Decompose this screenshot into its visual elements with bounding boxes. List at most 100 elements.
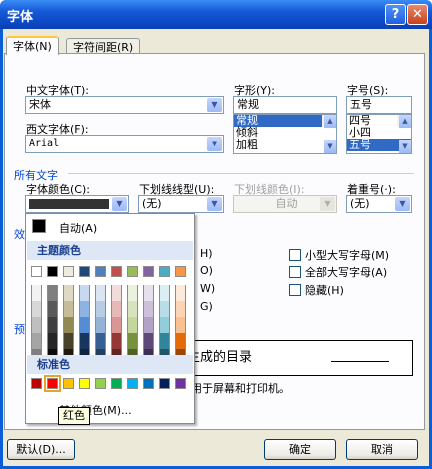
- chinese-font-select[interactable]: 宋体 ▼: [25, 96, 224, 114]
- theme-color-swatch[interactable]: [159, 266, 170, 277]
- standard-color-swatch[interactable]: [63, 378, 74, 389]
- theme-shade-swatch[interactable]: [79, 301, 90, 317]
- standard-colors-header: 标准色: [27, 355, 193, 374]
- chevron-down-icon: ▼: [320, 197, 335, 211]
- emphasis-select[interactable]: (无) ▼: [346, 195, 412, 213]
- theme-shade-swatch[interactable]: [127, 285, 138, 301]
- theme-color-swatch[interactable]: [79, 266, 90, 277]
- auto-color-option[interactable]: 自动(A): [59, 220, 97, 236]
- theme-shade-swatch[interactable]: [175, 317, 186, 333]
- standard-color-swatch[interactable]: [79, 378, 90, 389]
- theme-shade-swatch[interactable]: [159, 285, 170, 301]
- theme-shade-swatch[interactable]: [111, 285, 122, 301]
- standard-color-swatch[interactable]: [175, 378, 186, 389]
- theme-shade-swatch[interactable]: [175, 285, 186, 301]
- standard-color-swatch[interactable]: [127, 378, 138, 389]
- standard-color-swatch[interactable]: [44, 375, 61, 392]
- theme-color-swatch[interactable]: [63, 266, 74, 277]
- list-item[interactable]: 加粗: [234, 139, 336, 151]
- font-style-input[interactable]: 常规: [233, 96, 337, 114]
- theme-color-swatch[interactable]: [175, 266, 186, 277]
- theme-shade-swatch[interactable]: [111, 333, 122, 349]
- preview-underline: [331, 361, 389, 362]
- theme-color-swatch[interactable]: [31, 266, 42, 277]
- theme-shade-swatch[interactable]: [127, 301, 138, 317]
- theme-shade-swatch[interactable]: [79, 317, 90, 333]
- chevron-down-icon[interactable]: ▼: [112, 197, 127, 211]
- font-size-list[interactable]: 四号 小四 五号 ▲ ▼: [346, 114, 412, 154]
- theme-shade-swatch[interactable]: [159, 317, 170, 333]
- theme-shade-swatch[interactable]: [79, 285, 90, 301]
- ok-button[interactable]: 确定: [264, 439, 336, 460]
- theme-shade-swatch[interactable]: [31, 285, 42, 301]
- theme-shade-swatch[interactable]: [175, 333, 186, 349]
- theme-shade-swatch[interactable]: [31, 301, 42, 317]
- theme-shade-swatch[interactable]: [143, 333, 154, 349]
- theme-shade-swatch[interactable]: [47, 317, 58, 333]
- theme-shade-swatch[interactable]: [63, 317, 74, 333]
- theme-shade-swatch[interactable]: [111, 301, 122, 317]
- theme-shade-swatch[interactable]: [143, 317, 154, 333]
- theme-shade-swatch[interactable]: [127, 333, 138, 349]
- checkbox-box[interactable]: [289, 266, 301, 278]
- chevron-down-icon[interactable]: ▼: [207, 98, 222, 112]
- checkbox-box[interactable]: [289, 284, 301, 296]
- theme-shade-swatch[interactable]: [95, 285, 106, 301]
- scroll-up-icon[interactable]: ▲: [324, 115, 336, 128]
- theme-shade-swatch[interactable]: [159, 333, 170, 349]
- theme-shade-swatch[interactable]: [175, 301, 186, 317]
- standard-color-swatch[interactable]: [95, 378, 106, 389]
- all-caps-checkbox[interactable]: 全部大写字母(A): [289, 264, 387, 280]
- chevron-down-icon[interactable]: ▼: [207, 197, 222, 211]
- font-color-select[interactable]: ▼: [25, 195, 129, 213]
- scroll-up-icon[interactable]: ▲: [399, 115, 411, 128]
- color-picker-popup: 自动(A) 主题颜色 标准色 其他颜色(M)...: [25, 213, 195, 424]
- theme-shade-swatch[interactable]: [47, 301, 58, 317]
- theme-shade-swatch[interactable]: [95, 317, 106, 333]
- close-button[interactable]: ✕: [407, 4, 428, 25]
- standard-color-swatch[interactable]: [111, 378, 122, 389]
- theme-color-swatch[interactable]: [47, 266, 58, 277]
- small-caps-checkbox[interactable]: 小型大写字母(M): [289, 247, 389, 263]
- font-size-input[interactable]: 五号: [346, 96, 412, 114]
- theme-shade-swatch[interactable]: [159, 301, 170, 317]
- theme-shade-swatch[interactable]: [95, 333, 106, 349]
- scroll-down-icon[interactable]: ▼: [399, 140, 411, 153]
- theme-shade-swatch[interactable]: [79, 333, 90, 349]
- theme-color-swatch[interactable]: [95, 266, 106, 277]
- theme-shade-swatch[interactable]: [143, 285, 154, 301]
- chevron-down-icon[interactable]: ▼: [207, 137, 222, 151]
- auto-color-swatch[interactable]: [32, 219, 46, 233]
- hidden-checkbox[interactable]: 隐藏(H): [289, 282, 344, 298]
- theme-shade-swatch[interactable]: [31, 317, 42, 333]
- theme-shade-swatch[interactable]: [31, 333, 42, 349]
- checkbox-box[interactable]: [289, 249, 301, 261]
- western-font-select[interactable]: Arial ▼: [25, 135, 224, 153]
- theme-shade-swatch[interactable]: [47, 285, 58, 301]
- tab-font[interactable]: 字体(N): [6, 36, 59, 55]
- standard-color-swatch[interactable]: [31, 378, 42, 389]
- underline-select[interactable]: (无) ▼: [138, 195, 224, 213]
- theme-color-swatch[interactable]: [143, 266, 154, 277]
- theme-shade-swatch[interactable]: [143, 301, 154, 317]
- effect-label: O): [200, 264, 213, 277]
- theme-shade-swatch[interactable]: [47, 333, 58, 349]
- help-button[interactable]: ?: [385, 4, 406, 25]
- theme-shade-swatch[interactable]: [95, 301, 106, 317]
- standard-color-swatch[interactable]: [143, 378, 154, 389]
- theme-shade-swatch[interactable]: [63, 285, 74, 301]
- theme-shade-swatch[interactable]: [63, 333, 74, 349]
- theme-shade-swatch[interactable]: [111, 317, 122, 333]
- cancel-button[interactable]: 取消: [346, 439, 418, 460]
- theme-color-swatch[interactable]: [111, 266, 122, 277]
- theme-shade-swatch[interactable]: [127, 317, 138, 333]
- scroll-down-icon[interactable]: ▼: [324, 140, 336, 153]
- default-button[interactable]: 默认(D)...: [7, 439, 75, 460]
- standard-color-swatch[interactable]: [159, 378, 170, 389]
- theme-color-swatch[interactable]: [127, 266, 138, 277]
- chevron-down-icon[interactable]: ▼: [395, 197, 410, 211]
- theme-shade-swatch[interactable]: [63, 301, 74, 317]
- scrollbar[interactable]: ▲ ▼: [397, 115, 411, 153]
- font-style-list[interactable]: 常规 倾斜 加粗 ▲ ▼: [233, 114, 337, 154]
- scrollbar[interactable]: ▲ ▼: [322, 115, 336, 153]
